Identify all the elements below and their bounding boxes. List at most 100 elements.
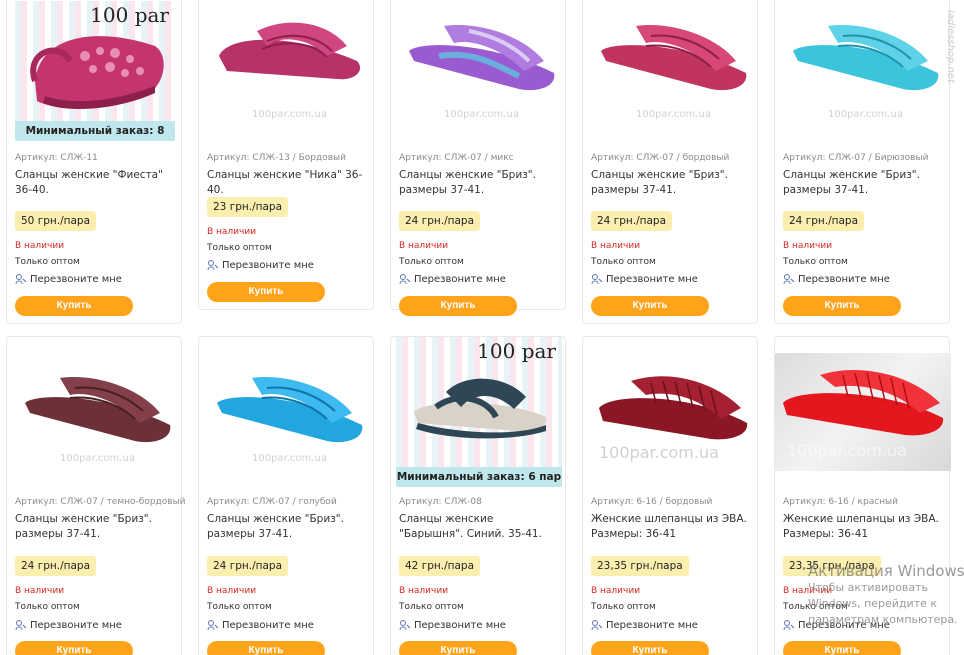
phone-person-icon [783, 620, 795, 631]
product-title[interactable]: Сланцы женские "Бриз". размеры 37-41. [207, 512, 367, 542]
wholesale-note: Только оптом [399, 602, 464, 612]
buy-button[interactable]: Купить [399, 641, 517, 655]
product-sku: Артикул: СЛЖ-11 [15, 153, 98, 163]
callback-link[interactable]: Перезвоните мне [15, 273, 122, 285]
side-watermark: ladiesshop.net [945, 10, 956, 83]
product-image[interactable]: 100par.com.ua [591, 1, 751, 141]
phone-person-icon [207, 620, 219, 631]
min-order-banner: Минимальный заказ: 6 пар [396, 467, 562, 487]
product-image[interactable]: 100par.com.ua [207, 353, 367, 493]
image-watermark: 100par.com.ua [252, 109, 327, 120]
product-price: 23 грн./пара [207, 197, 289, 217]
product-image[interactable]: 100par.com.ua [399, 1, 559, 141]
callback-link[interactable]: Перезвоните мне [783, 619, 890, 631]
image-watermark: 100par.com.ua [444, 109, 519, 120]
product-price: 23,35 грн./пара [783, 556, 881, 576]
product-image[interactable]: 100 par Минимальный заказ: 6 пар [396, 337, 562, 487]
product-title[interactable]: Женские шлепанцы из ЭВА. Размеры: 36-41 [591, 512, 751, 542]
slipper-image [217, 377, 363, 443]
product-image[interactable]: 100 par Минимальный заказ: 8 пар [15, 1, 175, 141]
product-card[interactable]: 100par.com.ua Артикул: СЛЖ-07 / Бирюзовы… [774, 0, 950, 324]
clog-image [30, 36, 164, 109]
wholesale-note: Только оптом [399, 257, 464, 267]
callback-label: Перезвоните мне [798, 619, 890, 631]
slipper-image [793, 25, 939, 91]
wholesale-note: Только оптом [207, 243, 272, 253]
product-card[interactable]: 100par.com.ua Артикул: СЛЖ-13 / Бордовый… [198, 0, 374, 310]
callback-link[interactable]: Перезвоните мне [783, 273, 890, 285]
buy-button[interactable]: Купить [207, 641, 325, 655]
product-sku: Артикул: 6-16 / бордовый [591, 497, 713, 507]
callback-label: Перезвоните мне [606, 273, 698, 285]
callback-link[interactable]: Перезвоните мне [399, 273, 506, 285]
wholesale-note: Только оптом [783, 257, 848, 267]
product-title[interactable]: Женские шлепанцы из ЭВА. Размеры: 36-41 [783, 512, 943, 542]
product-title[interactable]: Сланцы женские "Бриз". размеры 37-41. [783, 168, 943, 198]
callback-label: Перезвоните мне [414, 273, 506, 285]
product-card[interactable]: 100par.com.ua Артикул: 6-16 / красный Же… [774, 336, 951, 655]
product-price: 42 грн./пара [399, 556, 481, 576]
image-watermark: 100par.com.ua [636, 109, 711, 120]
stock-status: В наличии [591, 241, 641, 251]
stock-status: В наличии [15, 586, 65, 596]
callback-link[interactable]: Перезвоните мне [591, 273, 698, 285]
sandal-image [414, 378, 547, 439]
callback-label: Перезвоните мне [30, 273, 122, 285]
product-title[interactable]: Сланцы женские "Бриз". размеры 37-41. [591, 168, 751, 198]
phone-person-icon [399, 274, 411, 285]
callback-label: Перезвоните мне [606, 619, 698, 631]
product-title[interactable]: Сланцы женские "Бриз". размеры 37-41. [399, 168, 559, 198]
product-image[interactable]: 100par.com.ua [15, 353, 175, 493]
product-title[interactable]: Сланцы женские "Барышня". Синий. 35-41. [399, 512, 559, 542]
phone-person-icon [207, 260, 219, 271]
product-card[interactable]: 100par.com.ua Артикул: 6-16 / бордовый Ж… [582, 336, 758, 655]
buy-button[interactable]: Купить [591, 296, 709, 316]
product-title[interactable]: Сланцы женские "Ника" 36-40. [207, 168, 367, 198]
buy-button[interactable]: Купить [783, 641, 901, 655]
buy-button[interactable]: Купить [207, 282, 325, 302]
product-sku: Артикул: СЛЖ-07 / микс [399, 153, 514, 163]
product-image[interactable]: 100par.com.ua [591, 353, 751, 493]
callback-link[interactable]: Перезвоните мне [591, 619, 698, 631]
wholesale-note: Только оптом [591, 257, 656, 267]
product-title[interactable]: Сланцы женские "Фиеста" 36-40. [15, 168, 175, 198]
slipper-image [601, 25, 747, 91]
callback-label: Перезвоните мне [798, 273, 890, 285]
callback-link[interactable]: Перезвоните мне [207, 259, 314, 271]
product-card[interactable]: 100par.com.ua Артикул: СЛЖ-07 / голубой … [198, 336, 374, 655]
buy-button[interactable]: Купить [15, 641, 133, 655]
wholesale-note: Только оптом [591, 602, 656, 612]
product-price: 24 грн./пара [15, 556, 97, 576]
callback-label: Перезвоните мне [222, 259, 314, 271]
slipper-image [599, 376, 748, 440]
product-card[interactable]: 100par.com.ua Артикул: СЛЖ-07 / бордовый… [582, 0, 758, 324]
buy-button[interactable]: Купить [783, 296, 901, 316]
product-price: 24 грн./пара [783, 211, 865, 231]
product-image[interactable]: 100par.com.ua [783, 1, 943, 141]
stock-status: В наличии [207, 586, 257, 596]
product-price: 23,35 грн./пара [591, 556, 689, 576]
product-title[interactable]: Сланцы женские "Бриз". размеры 37-41. [15, 512, 175, 542]
product-image[interactable]: 100par.com.ua [207, 1, 367, 141]
product-image[interactable]: 100par.com.ua [775, 353, 951, 471]
buy-button[interactable]: Купить [399, 296, 517, 316]
callback-link[interactable]: Перезвоните мне [399, 619, 506, 631]
callback-link[interactable]: Перезвоните мне [207, 619, 314, 631]
product-card[interactable]: 100 par Минимальный заказ: 8 пар Артикул… [6, 0, 182, 324]
product-card[interactable]: 100 par Минимальный заказ: 6 пар Артикул… [390, 336, 566, 655]
product-price: 24 грн./пара [591, 211, 673, 231]
buy-button[interactable]: Купить [15, 296, 133, 316]
product-sku: Артикул: СЛЖ-08 [399, 497, 482, 507]
phone-person-icon [15, 620, 27, 631]
phone-person-icon [591, 274, 603, 285]
product-card[interactable]: 100par.com.ua Артикул: СЛЖ-07 / микс Сла… [390, 0, 566, 316]
product-card[interactable]: 100par.com.ua Артикул: СЛЖ-07 / темно-бо… [6, 336, 186, 655]
product-sku: Артикул: СЛЖ-07 / бордовый [591, 153, 730, 163]
buy-button[interactable]: Купить [591, 641, 709, 655]
image-watermark: 100par.com.ua [787, 441, 907, 460]
phone-person-icon [591, 620, 603, 631]
wholesale-note: Только оптом [207, 602, 272, 612]
callback-link[interactable]: Перезвоните мне [15, 619, 122, 631]
image-watermark: 100par.com.ua [60, 453, 135, 464]
stock-status: В наличии [207, 227, 257, 237]
